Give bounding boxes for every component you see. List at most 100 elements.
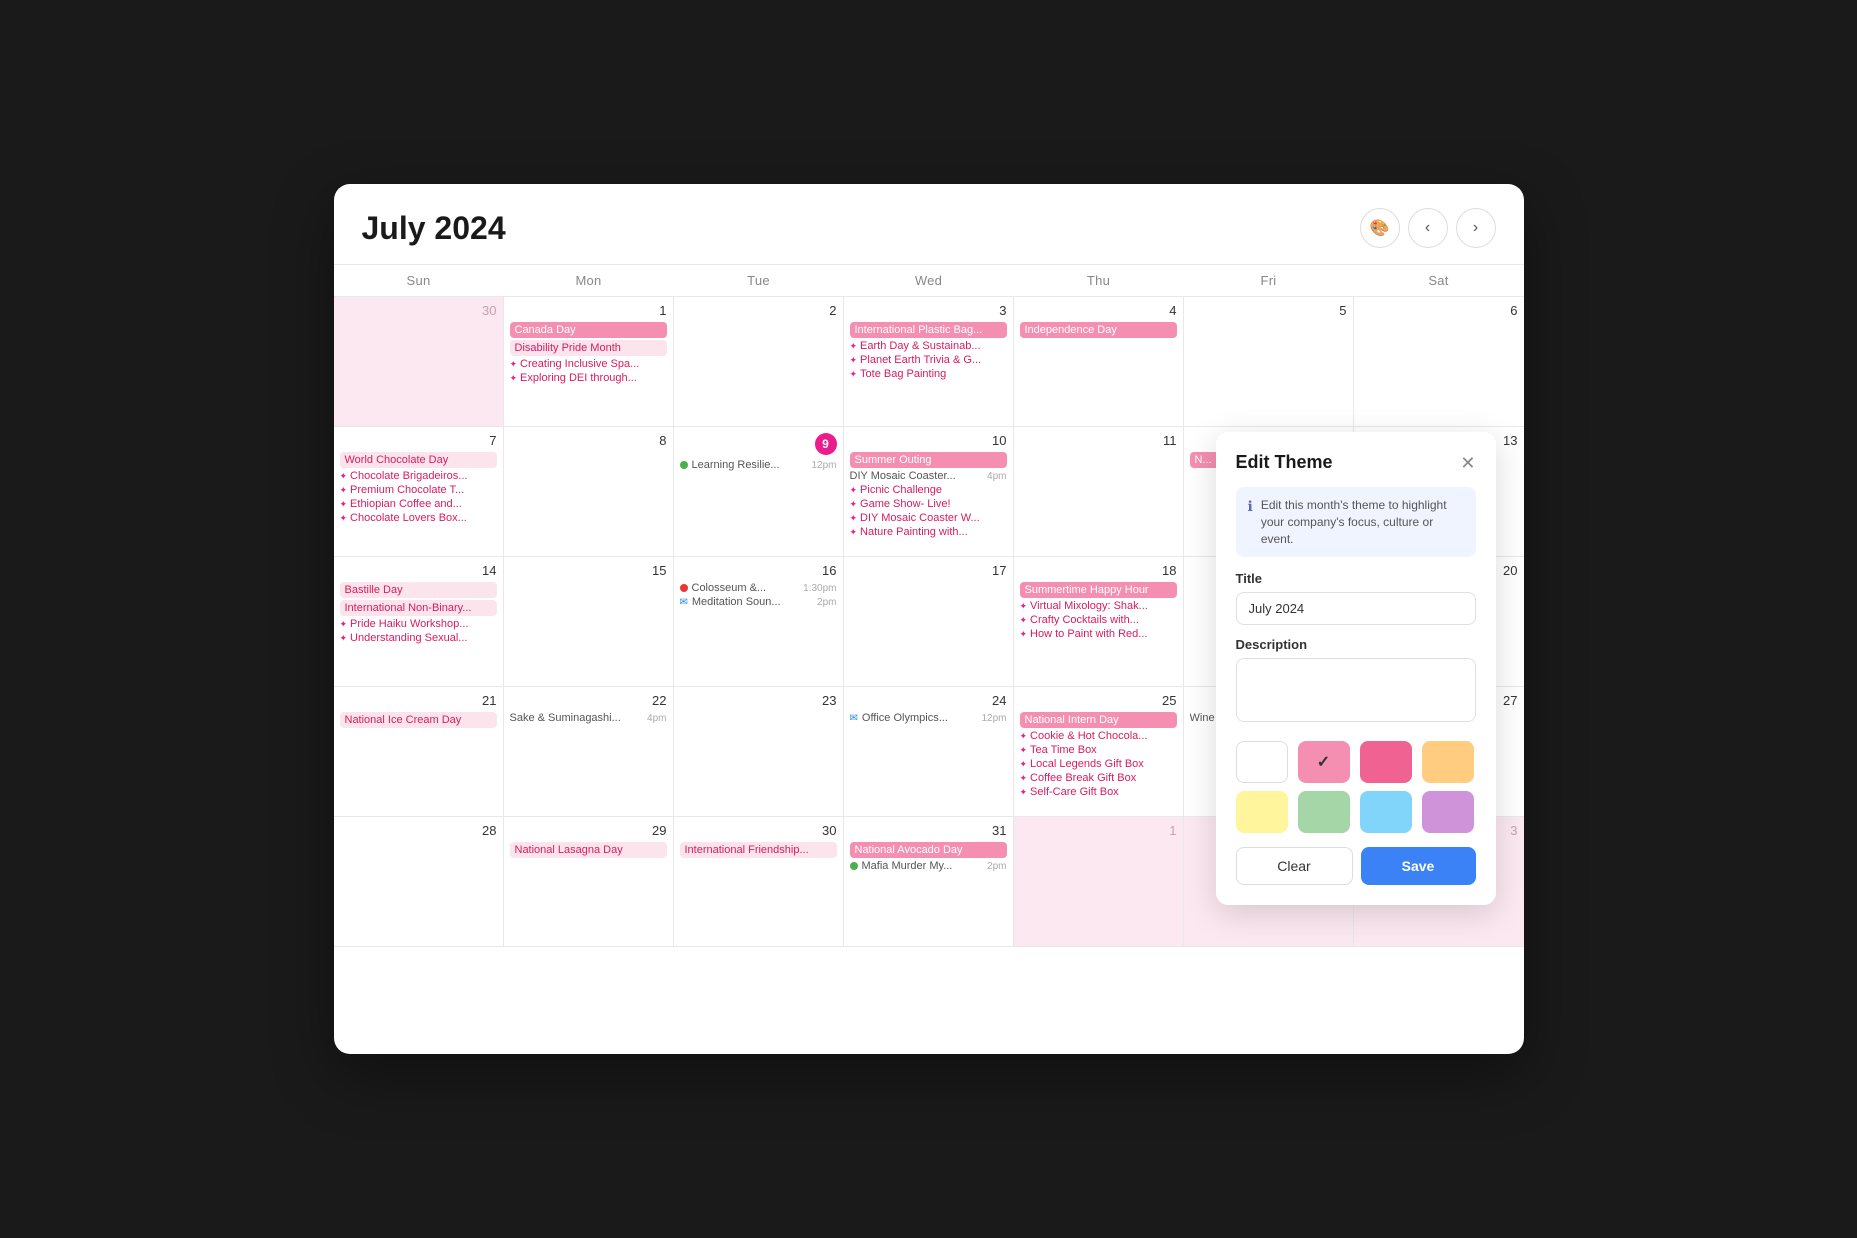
list-item: International Friendship... — [680, 842, 837, 858]
table-row[interactable]: 6 — [1354, 297, 1524, 427]
calendar-title: July 2024 — [362, 210, 506, 247]
list-item: National Lasagna Day — [510, 842, 667, 858]
dot-icon — [680, 461, 688, 469]
list-item: Chocolate Brigadeiros... — [340, 470, 497, 482]
description-input[interactable] — [1236, 658, 1476, 722]
list-item: Crafty Cocktails with... — [1020, 614, 1177, 626]
color-swatch-green[interactable] — [1298, 791, 1350, 833]
description-label: Description — [1236, 637, 1476, 652]
list-item: Tea Time Box — [1020, 744, 1177, 756]
table-row[interactable]: 28 — [334, 817, 504, 947]
table-row[interactable]: 15 — [504, 557, 674, 687]
edit-theme-panel: Edit Theme ✕ ℹ Edit this month's theme t… — [1216, 432, 1496, 905]
next-month-button[interactable]: › — [1456, 208, 1496, 248]
envelope-icon: ✉ — [680, 597, 688, 608]
list-item: Game Show- Live! — [850, 498, 1007, 510]
list-item: DIY Mosaic Coaster W... — [850, 512, 1007, 524]
list-item: National Intern Day — [1020, 712, 1177, 728]
list-item: Picnic Challenge — [850, 484, 1007, 496]
title-input[interactable] — [1236, 592, 1476, 625]
dot-icon — [850, 862, 858, 870]
table-row[interactable]: 25 National Intern Day Cookie & Hot Choc… — [1014, 687, 1184, 817]
color-swatch-white[interactable] — [1236, 741, 1288, 783]
list-item: Summertime Happy Hour — [1020, 582, 1177, 598]
day-fri: Fri — [1184, 265, 1354, 296]
info-text: Edit this month's theme to highlight you… — [1261, 497, 1464, 547]
list-item: Coffee Break Gift Box — [1020, 772, 1177, 784]
list-item: Nature Painting with... — [850, 526, 1007, 538]
table-row[interactable]: 1 — [1014, 817, 1184, 947]
theme-button[interactable]: 🎨 — [1360, 208, 1400, 248]
list-item: Independence Day — [1020, 322, 1177, 338]
color-swatch-purple[interactable] — [1422, 791, 1474, 833]
table-row[interactable]: 10 Summer Outing DIY Mosaic Coaster... 4… — [844, 427, 1014, 557]
list-item: Self-Care Gift Box — [1020, 786, 1177, 798]
table-row[interactable]: 4 Independence Day — [1014, 297, 1184, 427]
list-item: Learning Resilie... 12pm — [680, 459, 837, 471]
list-item: How to Paint with Red... — [1020, 628, 1177, 640]
info-icon: ℹ — [1248, 498, 1253, 515]
color-swatch-yellow[interactable] — [1236, 791, 1288, 833]
list-item: Creating Inclusive Spa... — [510, 358, 667, 370]
list-item: Mafia Murder My... 2pm — [850, 860, 1007, 872]
list-item: International Plastic Bag... — [850, 322, 1007, 338]
day-wed: Wed — [844, 265, 1014, 296]
list-item: Pride Haiku Workshop... — [340, 618, 497, 630]
list-item: World Chocolate Day — [340, 452, 497, 468]
table-row[interactable]: 5 — [1184, 297, 1354, 427]
save-button[interactable]: Save — [1361, 847, 1476, 885]
table-row[interactable]: 18 Summertime Happy Hour Virtual Mixolog… — [1014, 557, 1184, 687]
list-item: Exploring DEI through... — [510, 372, 667, 384]
list-item: ✉ Office Olympics... 12pm — [850, 712, 1007, 724]
list-item: Understanding Sexual... — [340, 632, 497, 644]
table-row[interactable]: 9 Learning Resilie... 12pm — [674, 427, 844, 557]
table-row[interactable]: 2 — [674, 297, 844, 427]
table-row[interactable]: 30 International Friendship... — [674, 817, 844, 947]
table-row[interactable]: 31 National Avocado Day Mafia Murder My.… — [844, 817, 1014, 947]
color-swatch-pink[interactable] — [1298, 741, 1350, 783]
color-swatch-blue[interactable] — [1360, 791, 1412, 833]
panel-header: Edit Theme ✕ — [1236, 452, 1476, 473]
panel-title: Edit Theme — [1236, 452, 1333, 473]
color-swatch-hotpink[interactable] — [1360, 741, 1412, 783]
close-button[interactable]: ✕ — [1460, 454, 1475, 472]
list-item: Chocolate Lovers Box... — [340, 512, 497, 524]
color-swatch-peach[interactable] — [1422, 741, 1474, 783]
prev-month-button[interactable]: ‹ — [1408, 208, 1448, 248]
list-item: DIY Mosaic Coaster... 4pm — [850, 470, 1007, 482]
list-item: National Avocado Day — [850, 842, 1007, 858]
table-row[interactable]: 3 International Plastic Bag... Earth Day… — [844, 297, 1014, 427]
clear-button[interactable]: Clear — [1236, 847, 1353, 885]
list-item: Canada Day — [510, 322, 667, 338]
list-item: Cookie & Hot Chocola... — [1020, 730, 1177, 742]
dot-icon — [680, 584, 688, 592]
list-item: Virtual Mixology: Shak... — [1020, 600, 1177, 612]
table-row[interactable]: 21 National Ice Cream Day — [334, 687, 504, 817]
list-item: Local Legends Gift Box — [1020, 758, 1177, 770]
table-row[interactable]: 8 — [504, 427, 674, 557]
list-item: National Ice Cream Day — [340, 712, 497, 728]
table-row[interactable]: 7 World Chocolate Day Chocolate Brigadei… — [334, 427, 504, 557]
table-row[interactable]: 22 Sake & Suminagashi... 4pm — [504, 687, 674, 817]
day-headers: Sun Mon Tue Wed Thu Fri Sat — [334, 264, 1524, 296]
list-item: Earth Day & Sustainab... — [850, 340, 1007, 352]
table-row[interactable]: 1 Canada Day Disability Pride Month Crea… — [504, 297, 674, 427]
list-item: Ethiopian Coffee and... — [340, 498, 497, 510]
table-row[interactable]: 23 — [674, 687, 844, 817]
list-item: ✉ Meditation Soun... 2pm — [680, 596, 837, 608]
day-tue: Tue — [674, 265, 844, 296]
day-sun: Sun — [334, 265, 504, 296]
day-thu: Thu — [1014, 265, 1184, 296]
list-item: Disability Pride Month — [510, 340, 667, 356]
panel-info: ℹ Edit this month's theme to highlight y… — [1236, 487, 1476, 557]
table-row[interactable]: 16 Colosseum &... 1:30pm ✉ Meditation So… — [674, 557, 844, 687]
table-row[interactable]: 11 — [1014, 427, 1184, 557]
table-row[interactable]: 24 ✉ Office Olympics... 12pm — [844, 687, 1014, 817]
title-label: Title — [1236, 571, 1476, 586]
list-item: International Non-Binary... — [340, 600, 497, 616]
header-controls: 🎨 ‹ › — [1360, 208, 1496, 248]
table-row[interactable]: 14 Bastille Day International Non-Binary… — [334, 557, 504, 687]
table-row[interactable]: 29 National Lasagna Day — [504, 817, 674, 947]
table-row[interactable]: 30 — [334, 297, 504, 427]
table-row[interactable]: 17 — [844, 557, 1014, 687]
